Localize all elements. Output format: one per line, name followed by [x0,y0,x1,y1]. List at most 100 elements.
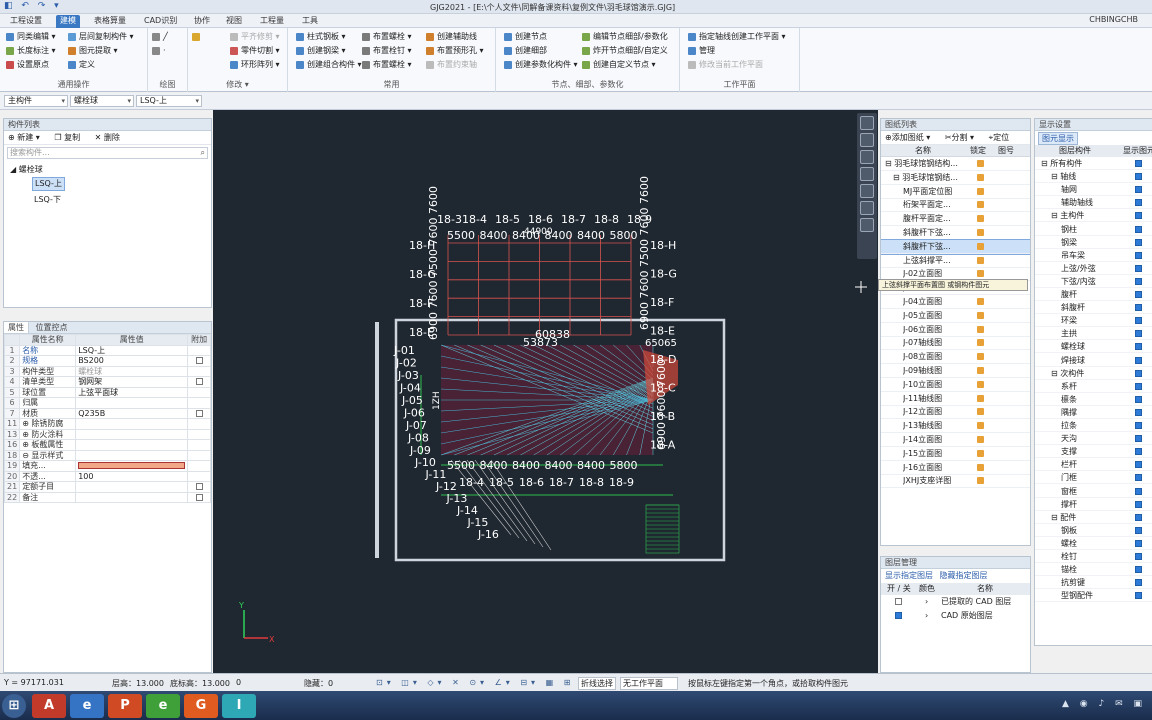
display-setting-row[interactable]: 拉条 [1035,419,1152,433]
display-checkbox[interactable] [1135,382,1142,390]
show-layer-option[interactable]: 显示指定图层 [885,571,933,580]
attach-checkbox[interactable] [195,493,203,501]
display-setting-row[interactable]: 栓钉 [1035,550,1152,564]
display-checkbox[interactable] [1135,304,1142,312]
property-value[interactable]: 100 [78,472,93,481]
display-setting-row[interactable]: 支撑 [1035,445,1152,459]
tree-root-bolt-ball[interactable]: ◢ 螺栓球 [10,163,43,177]
lock-icon[interactable] [977,353,984,361]
display-setting-row[interactable]: 抗剪键 [1035,576,1152,590]
display-checkbox[interactable] [1135,435,1142,443]
attach-checkbox[interactable] [195,378,203,386]
create-beam-button[interactable]: 创建钢梁 ▾ [296,45,346,56]
view-side-button[interactable] [860,167,874,181]
display-setting-row[interactable]: 撑杆 [1035,498,1152,511]
lock-icon[interactable] [977,449,984,457]
layer-row[interactable]: › 已提取的 CAD 图层 [881,595,1030,609]
display-setting-row[interactable]: 螺栓球 [1035,340,1152,354]
layer-toggle-checkbox[interactable] [895,612,902,619]
subtype-select[interactable]: 螺栓球 [70,95,134,107]
display-setting-row[interactable]: 腹杆 [1035,288,1152,302]
property-row[interactable]: 7 材质 Q235B [3,407,211,419]
property-value[interactable]: LSQ-上 [78,346,105,355]
select-mode-button[interactable]: 折线选择 [578,677,616,690]
edit-node-button[interactable]: 编辑节点细部/参数化 [582,31,668,42]
display-setting-row[interactable]: 辅助轴线 [1035,196,1152,210]
column-plate-button[interactable]: 柱式钢板 ▾ [296,31,346,42]
drawing-list-item[interactable]: J-10立面图 [881,378,1030,392]
view-front-button[interactable] [860,150,874,164]
attach-checkbox[interactable] [195,483,203,491]
draw-line-button[interactable]: ╱ [152,31,168,42]
pencil-tool[interactable] [192,31,203,42]
tree-item-lsq-bottom[interactable]: LSQ-下 [34,193,61,207]
display-setting-row[interactable]: 钢梁 [1035,236,1152,249]
tab-tools[interactable]: 工具 [298,15,322,28]
drawing-list-item[interactable]: 斜腹杆下弦... [881,226,1030,240]
display-checkbox[interactable] [1135,277,1142,285]
display-setting-row[interactable]: 檩条 [1035,393,1152,406]
display-checkbox[interactable] [1135,461,1142,469]
layer-toggle-checkbox[interactable] [895,598,902,605]
property-row[interactable]: 2 规格 BS200 [3,355,211,367]
drawing-list-item[interactable]: ⊟ 羽毛球馆钢结构... [881,157,1030,171]
create-workplane-button[interactable]: 指定轴线创建工作平面 ▾ [688,31,786,42]
tab-collaboration[interactable]: 协作 [190,15,214,28]
display-checkbox[interactable] [1135,356,1142,364]
view-3d-button[interactable] [860,116,874,130]
lock-icon[interactable] [977,367,984,374]
display-checkbox[interactable] [1135,539,1142,547]
drawing-list-item[interactable]: J-14立面图 [881,433,1030,447]
start-button[interactable]: ⊞ [2,694,26,718]
display-checkbox[interactable] [1135,526,1142,534]
drawing-list-item[interactable]: J-13轴线图 [881,419,1030,434]
display-checkbox[interactable] [1135,186,1142,194]
taskbar-app-ime[interactable]: I [222,694,256,718]
display-setting-row[interactable]: 栏杆 [1035,458,1152,472]
hide-layer-option[interactable]: 隐藏指定图层 [940,571,988,580]
create-aux-line-button[interactable]: 创建辅助线 [426,31,477,42]
tab-view[interactable]: 视图 [222,15,246,28]
display-setting-row[interactable]: 螺栓 [1035,537,1152,550]
display-setting-row[interactable]: 轴网 [1035,183,1152,197]
circular-array-button[interactable]: 环形阵列 ▾ [230,59,280,70]
property-row[interactable]: 6 归属 [3,397,211,409]
property-row[interactable]: 1 名称 LSQ-上 [3,344,211,356]
display-checkbox[interactable] [1135,422,1142,429]
display-setting-row[interactable]: 下弦/内弦 [1035,275,1152,288]
define-button[interactable]: 定义 [68,59,95,70]
attach-checkbox[interactable] [195,357,203,365]
lock-icon[interactable] [977,422,984,430]
same-type-edit-button[interactable]: 同类编辑 ▾ [6,31,56,42]
explode-node-button[interactable]: 炸开节点细部/自定义 [582,45,668,56]
workplane-select[interactable]: 无工作平面 [620,677,678,690]
draw-point-button[interactable]: · [152,45,166,56]
locate-drawing-button[interactable]: ⌖定位 [989,133,1016,142]
drawing-list-item[interactable]: J-06立面图 [881,323,1030,337]
property-row[interactable]: 19 填充... [3,460,211,472]
trim-button[interactable]: 平齐修剪 ▾ [230,31,280,42]
tree-item-lsq-top[interactable]: LSQ-上 [32,177,65,191]
display-checkbox[interactable] [1135,160,1142,167]
tab-table-quantity[interactable]: 表格算量 [90,15,130,28]
taskbar-app-browser[interactable]: e [146,694,180,718]
display-checkbox[interactable] [1135,369,1142,377]
display-setting-row[interactable]: 钢板 [1035,524,1152,537]
property-row[interactable]: 20 不透... 100 [3,470,211,482]
create-parametric-button[interactable]: 创建参数化构件 ▾ [504,59,578,70]
drawing-list-item[interactable]: J-12立面图 [881,405,1030,420]
lock-icon[interactable] [977,477,984,485]
display-checkbox[interactable] [1135,264,1142,272]
lock-icon[interactable] [977,298,984,305]
property-row[interactable]: 13 ⊕ 防火涂料 [3,428,211,440]
rotate-view-button[interactable] [860,184,874,198]
lock-icon[interactable] [977,270,984,278]
layer-copy-button[interactable]: 层间复制构件 ▾ [68,31,134,42]
drawing-list-item[interactable]: J-11轴线图 [881,392,1030,406]
create-node-button[interactable]: 创建节点 [504,31,547,42]
new-component-button[interactable]: ⊕ 新建 ▾ [8,133,46,142]
component-select[interactable]: LSQ-上 [136,95,202,107]
taskbar-app-ie[interactable]: e [70,694,104,718]
display-setting-row[interactable]: ⊟ 主构件 [1035,209,1152,223]
user-name[interactable]: CHBINGCHB [1089,15,1138,24]
